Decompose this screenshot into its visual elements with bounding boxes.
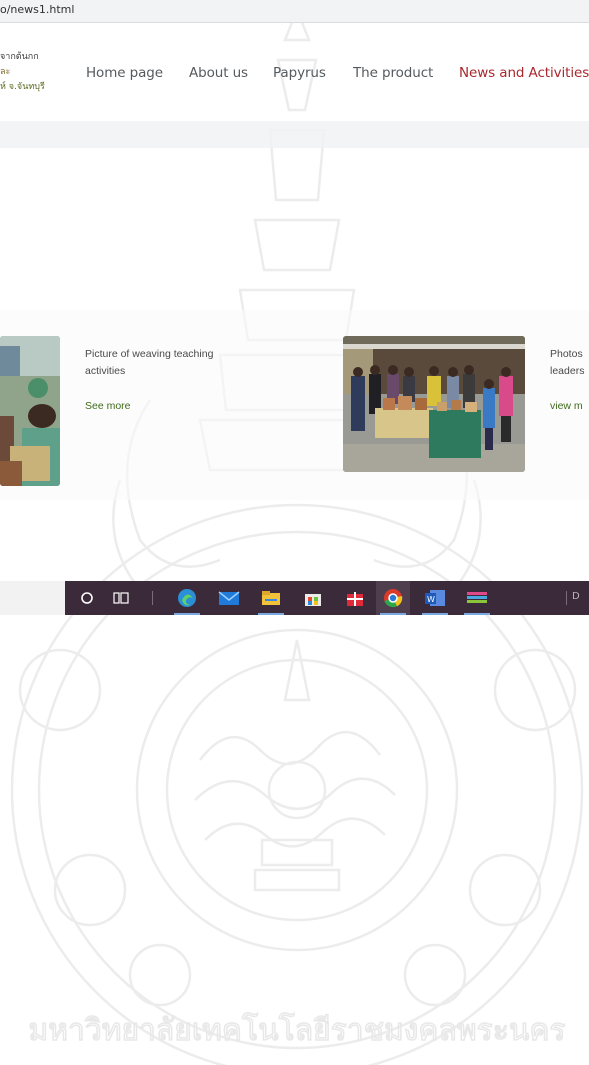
- svg-text:W: W: [427, 595, 435, 604]
- leaders-group-photo[interactable]: [343, 336, 525, 472]
- windows-taskbar: W D: [0, 581, 589, 615]
- taskbar-search-area[interactable]: [0, 581, 65, 615]
- nav-about-us[interactable]: About us: [189, 65, 248, 81]
- news-caption-1: Picture of weaving teaching activities: [85, 348, 214, 377]
- logo-line-3: ห์ จ.จันทบุรี: [0, 82, 45, 92]
- news-caption-2-line-1: Photos: [550, 348, 583, 360]
- edge-icon[interactable]: [170, 581, 204, 615]
- task-view-icon[interactable]: [104, 581, 138, 615]
- site-logo-text[interactable]: ์จากต้นกก ละ ห์ จ.จันทบุรี: [0, 50, 45, 95]
- word-icon[interactable]: W: [418, 581, 452, 615]
- news-caption-2-line-2: leaders: [550, 365, 585, 377]
- search-circle-icon[interactable]: [70, 581, 104, 615]
- logo-line-1: ์จากต้นกก: [0, 52, 39, 62]
- taskbar-tray-text[interactable]: D: [572, 591, 580, 602]
- taskbar-separator-right: [566, 591, 567, 605]
- page-header-band: [0, 121, 589, 148]
- view-more-link-2[interactable]: view m: [550, 400, 583, 412]
- nav-the-product[interactable]: The product: [353, 65, 433, 81]
- nav-news-and-activities[interactable]: News and Activities: [459, 65, 589, 81]
- store-icon[interactable]: [296, 581, 330, 615]
- file-explorer-icon[interactable]: [254, 581, 288, 615]
- browser-address-bar[interactable]: o/news1.html: [0, 0, 589, 23]
- address-url[interactable]: o/news1.html: [0, 3, 74, 16]
- mail-icon[interactable]: [212, 581, 246, 615]
- see-more-link-1[interactable]: See more: [85, 400, 131, 412]
- nav-papyrus[interactable]: Papyrus: [273, 65, 326, 81]
- media-app-icon[interactable]: [460, 581, 494, 615]
- logo-line-2: ละ: [0, 67, 11, 77]
- gift-icon[interactable]: [338, 581, 372, 615]
- nav-home-page[interactable]: Home page: [86, 65, 163, 81]
- news-caption-2: Photos leaders: [550, 346, 589, 380]
- weaving-activity-photo[interactable]: [0, 336, 60, 486]
- chrome-icon[interactable]: [376, 581, 410, 615]
- taskbar-separator: [152, 591, 153, 605]
